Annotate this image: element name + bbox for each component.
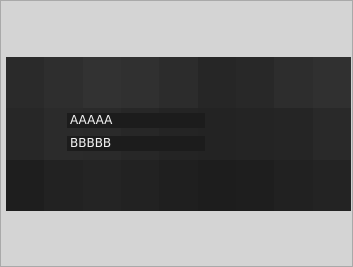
- dark-banner-panel: [6, 57, 351, 211]
- banner-tile: [44, 57, 83, 109]
- banner-tile: [312, 108, 351, 160]
- text-field-b: BBBBB: [67, 136, 205, 151]
- banner-tile: [6, 108, 45, 160]
- banner-tile: [312, 57, 351, 109]
- banner-tile: [235, 57, 275, 109]
- banner-tile: [44, 159, 83, 211]
- banner-tile: [274, 159, 313, 211]
- banner-tile: [197, 57, 236, 109]
- banner-tile: [159, 159, 198, 211]
- banner-tile: [120, 159, 160, 211]
- banner-tile: [235, 108, 275, 160]
- banner-tile: [120, 57, 160, 109]
- banner-tile: [159, 57, 198, 109]
- text-field-a: AAAAA: [67, 113, 205, 128]
- banner-tile: [197, 159, 236, 211]
- banner-tile: [312, 159, 351, 211]
- banner-tile: [82, 159, 121, 211]
- banner-tile: [274, 108, 313, 160]
- banner-tile: [235, 159, 275, 211]
- banner-tile: [6, 57, 45, 109]
- banner-tile: [274, 57, 313, 109]
- banner-tile: [82, 57, 121, 109]
- banner-tile: [6, 159, 45, 211]
